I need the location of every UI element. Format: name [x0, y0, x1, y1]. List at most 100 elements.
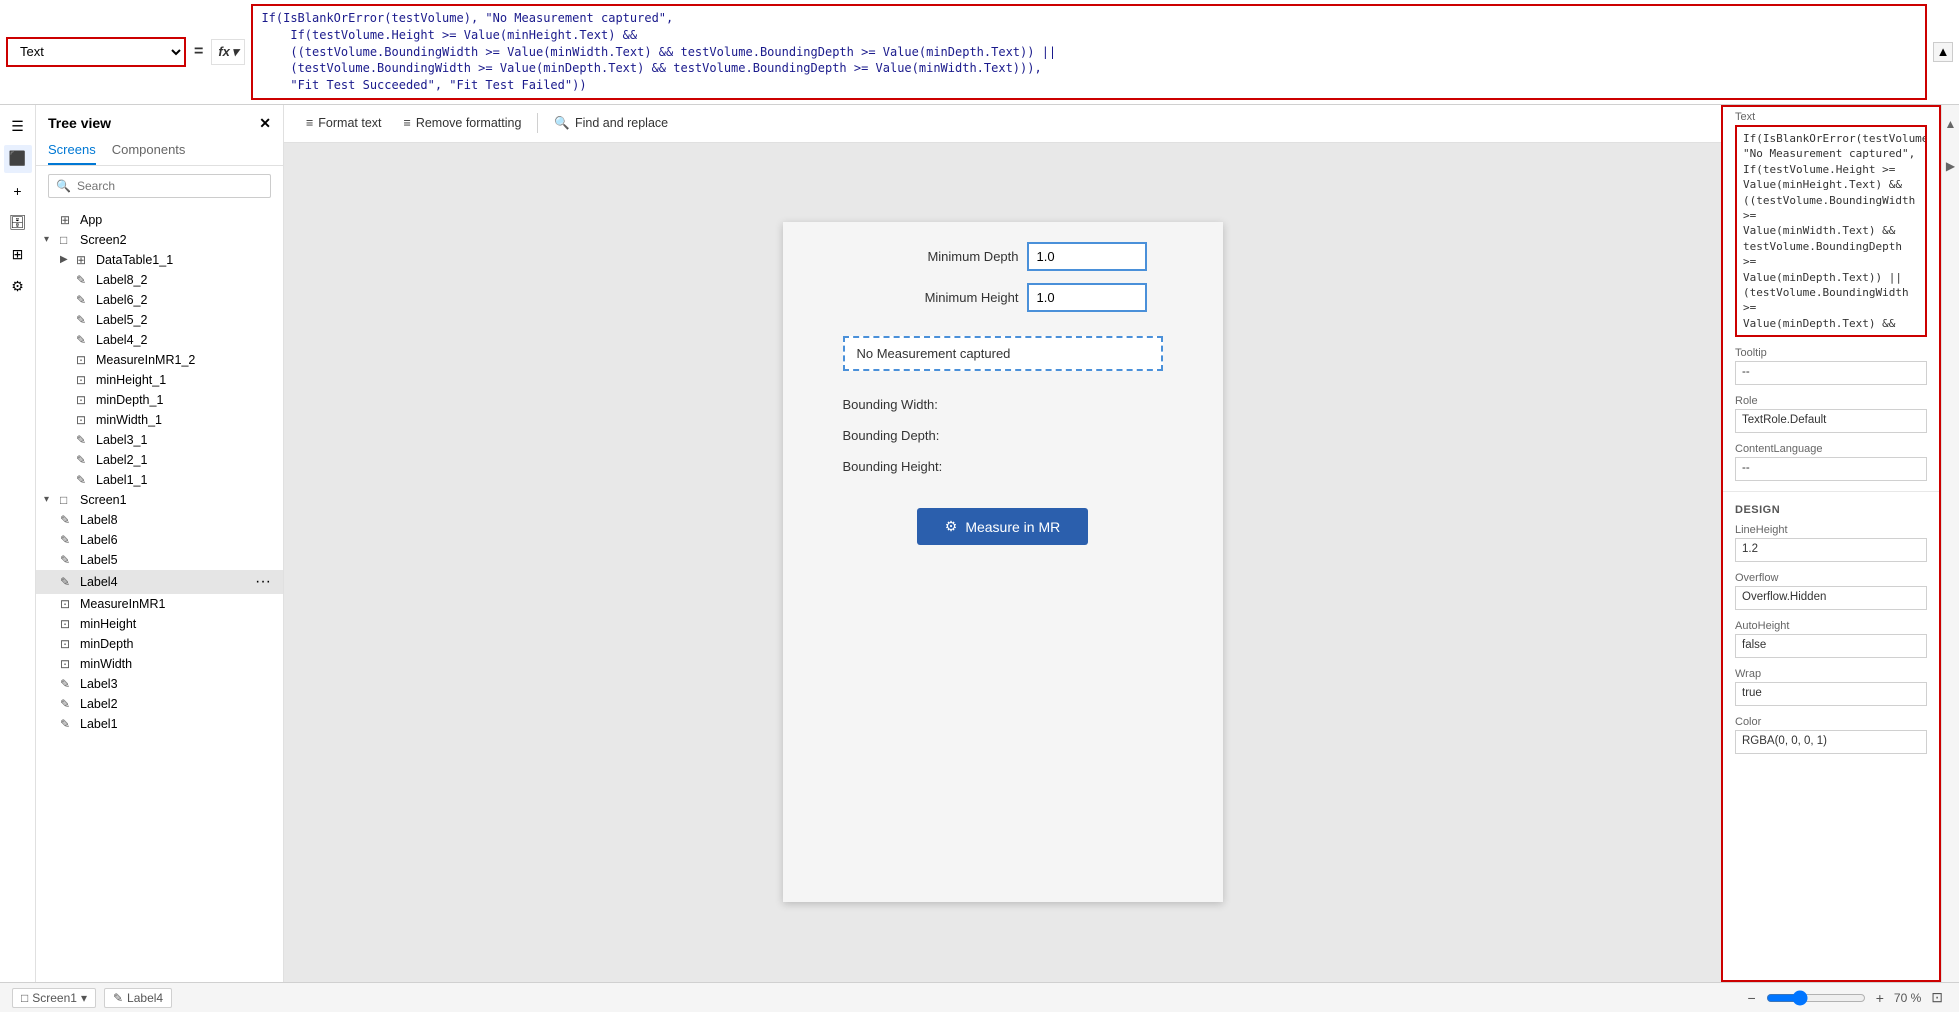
- tree-item-label: Label6_2: [96, 293, 271, 307]
- tree-item-minheight_1[interactable]: ⊡ minHeight_1: [36, 370, 283, 390]
- wrap-value[interactable]: true: [1735, 682, 1927, 706]
- tree-item-label: MeasureInMR1: [80, 597, 271, 611]
- expand-icon: ▾: [44, 234, 56, 245]
- tree-item-label6[interactable]: ✎ Label6: [36, 530, 283, 550]
- tab-screens[interactable]: Screens: [48, 138, 96, 165]
- tree-item-app[interactable]: ⊞ App: [36, 210, 283, 230]
- main-layout: ☰ ⬛ + 🗄 ⊞ ⚙ Tree view ✕ Screens Componen…: [0, 105, 1959, 982]
- find-replace-button[interactable]: 🔍 Find and replace: [544, 111, 678, 136]
- tree-item-label: Label1_1: [96, 473, 271, 487]
- tree-item-label: Screen2: [80, 233, 271, 247]
- tree-item-label1[interactable]: ✎ Label1: [36, 714, 283, 734]
- min-height-input[interactable]: [1027, 283, 1147, 312]
- element-badge[interactable]: ✎ Label4: [104, 988, 172, 1008]
- measure-button[interactable]: ⚙ Measure in MR: [917, 508, 1088, 545]
- sidebar-icon-add[interactable]: +: [4, 177, 32, 205]
- tree-item-measureinmr1_2[interactable]: ⊡ MeasureInMR1_2: [36, 350, 283, 370]
- tree-panel-close-icon[interactable]: ✕: [259, 115, 271, 132]
- tree-item-label4_2[interactable]: ✎ Label4_2: [36, 330, 283, 350]
- tree-item-label3[interactable]: ✎ Label3: [36, 674, 283, 694]
- label-icon: ✎: [60, 677, 76, 691]
- tree-item-label5_2[interactable]: ✎ Label5_2: [36, 310, 283, 330]
- text-prop-value[interactable]: If(IsBlankOrError(testVolume), "No Measu…: [1735, 125, 1927, 337]
- tree-item-label: App: [80, 213, 271, 227]
- selected-label-box[interactable]: No Measurement captured: [843, 336, 1163, 371]
- tree-item-label3_1[interactable]: ✎ Label3_1: [36, 430, 283, 450]
- formula-collapse-btn[interactable]: ▲: [1933, 42, 1953, 62]
- expand-icon: ▶: [60, 254, 72, 265]
- tree-item-label5[interactable]: ✎ Label5: [36, 550, 283, 570]
- formula-selector[interactable]: Text: [6, 37, 186, 67]
- tree-item-datatable1_1[interactable]: ▶ ⊞ DataTable1_1: [36, 250, 283, 270]
- more-options-icon[interactable]: ···: [255, 573, 271, 591]
- collapse-up-arrow[interactable]: ▲: [1943, 113, 1959, 135]
- canvas-content[interactable]: Minimum Depth Minimum Height No Measurem…: [284, 143, 1721, 982]
- label-icon: ✎: [76, 473, 92, 487]
- screen-badge[interactable]: □ Screen1 ▾: [12, 988, 96, 1008]
- tree-item-minwidth[interactable]: ⊡ minWidth: [36, 654, 283, 674]
- role-prop-value[interactable]: TextRole.Default: [1735, 409, 1927, 433]
- tab-components[interactable]: Components: [112, 138, 186, 165]
- tree-panel-header: Tree view ✕: [36, 105, 283, 138]
- autoheight-value[interactable]: false: [1735, 634, 1927, 658]
- tree-item-mindepth_1[interactable]: ⊡ minDepth_1: [36, 390, 283, 410]
- sidebar-icon-tree[interactable]: ⬛: [4, 145, 32, 173]
- overflow-value[interactable]: Overflow.Hidden: [1735, 586, 1927, 610]
- fx-button[interactable]: fx ▾: [211, 39, 245, 65]
- format-text-icon: ≡: [306, 116, 313, 130]
- expand-right-arrow[interactable]: ▶: [1944, 155, 1957, 177]
- search-input[interactable]: [48, 174, 271, 198]
- label-icon: ✎: [60, 533, 76, 547]
- tree-item-label4[interactable]: ✎ Label4 ···: [36, 570, 283, 594]
- tree-item-label6_2[interactable]: ✎ Label6_2: [36, 290, 283, 310]
- zoom-slider[interactable]: [1766, 990, 1866, 1006]
- sidebar-icon-components[interactable]: ⊞: [4, 241, 32, 269]
- contentlang-prop-value[interactable]: --: [1735, 457, 1927, 481]
- screen-icon-small: □: [21, 991, 28, 1005]
- gear-icon: ⚙: [945, 518, 958, 535]
- field-bounding-width: Bounding Width:: [843, 395, 1163, 414]
- sidebar-icon-menu[interactable]: ☰: [4, 113, 32, 141]
- tree-item-label: Screen1: [80, 493, 271, 507]
- overflow-label: Overflow: [1723, 568, 1939, 586]
- formula-content[interactable]: If(IsBlankOrError(testVolume), "No Measu…: [251, 4, 1927, 100]
- tree-item-screen2[interactable]: ▾ □ Screen2: [36, 230, 283, 250]
- label-icon: ✎: [76, 293, 92, 307]
- tree-item-minwidth_1[interactable]: ⊡ minWidth_1: [36, 410, 283, 430]
- tree-search-container: 🔍: [36, 166, 283, 206]
- lineheight-value[interactable]: 1.2: [1735, 538, 1927, 562]
- min-depth-input[interactable]: [1027, 242, 1147, 271]
- label-icon: ✎: [60, 553, 76, 567]
- tree-item-screen1[interactable]: ▾ □ Screen1: [36, 490, 283, 510]
- sidebar-icon-data[interactable]: 🗄: [4, 209, 32, 237]
- app-icon: ⊞: [60, 213, 76, 227]
- tree-item-label2_1[interactable]: ✎ Label2_1: [36, 450, 283, 470]
- tree-item-label8[interactable]: ✎ Label8: [36, 510, 283, 530]
- tree-item-label2[interactable]: ✎ Label2: [36, 694, 283, 714]
- form-row-depth: Minimum Depth: [803, 242, 1203, 271]
- color-value[interactable]: RGBA(0, 0, 0, 1): [1735, 730, 1927, 754]
- field-bounding-depth: Bounding Depth:: [843, 426, 1163, 445]
- text-prop-label: Text: [1723, 107, 1939, 125]
- sidebar-icon-settings[interactable]: ⚙: [4, 273, 32, 301]
- fit-screen-button[interactable]: ⊡: [1927, 987, 1947, 1008]
- format-text-button[interactable]: ≡ Format text: [296, 111, 392, 135]
- autoheight-label: AutoHeight: [1723, 616, 1939, 634]
- tree-item-measureinmr1[interactable]: ⊡ MeasureInMR1: [36, 594, 283, 614]
- tree-item-minheight[interactable]: ⊡ minHeight: [36, 614, 283, 634]
- tooltip-prop-value[interactable]: --: [1735, 361, 1927, 385]
- tooltip-prop-label: Tooltip: [1723, 343, 1939, 361]
- tree-item-label1_1[interactable]: ✎ Label1_1: [36, 470, 283, 490]
- sidebar-icons: ☰ ⬛ + 🗄 ⊞ ⚙: [0, 105, 36, 982]
- label-icon: ✎: [76, 273, 92, 287]
- tree-item-label: minDepth: [80, 637, 271, 651]
- remove-formatting-button[interactable]: ≡ Remove formatting: [394, 111, 532, 135]
- tree-item-label: Label1: [80, 717, 271, 731]
- color-label: Color: [1723, 712, 1939, 730]
- tree-item-label8_2[interactable]: ✎ Label8_2: [36, 270, 283, 290]
- tree-item-mindepth[interactable]: ⊡ minDepth: [36, 634, 283, 654]
- tree-item-label: Label4: [80, 575, 251, 589]
- zoom-in-button[interactable]: +: [1872, 988, 1888, 1008]
- zoom-out-button[interactable]: −: [1744, 988, 1760, 1008]
- expand-icon: ▾: [44, 494, 56, 505]
